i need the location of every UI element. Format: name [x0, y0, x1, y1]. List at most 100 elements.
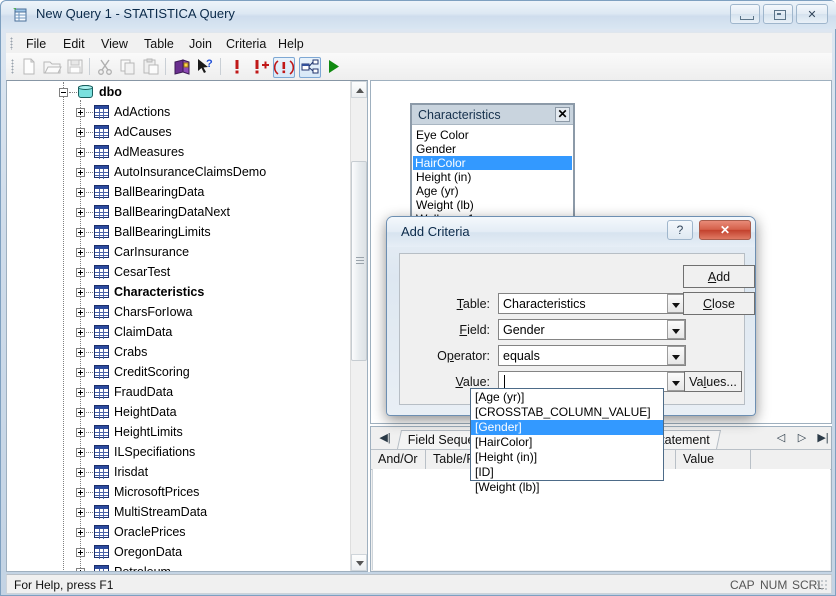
table-icon [94, 285, 109, 299]
column-header-value[interactable]: Value [676, 450, 751, 469]
open-icon[interactable] [42, 57, 62, 76]
column-header-filler [751, 450, 833, 469]
field-combo[interactable]: Gender [498, 319, 686, 340]
expand-icon[interactable] [76, 328, 85, 337]
copy-icon[interactable] [118, 57, 138, 76]
dropdown-option[interactable]: [Height (in)] [471, 450, 663, 465]
toolbar: ? [6, 53, 832, 81]
expand-icon[interactable] [76, 188, 85, 197]
field-list-item[interactable]: HairColor [413, 156, 572, 170]
resize-grip-icon[interactable] [816, 579, 828, 591]
expand-icon[interactable] [76, 488, 85, 497]
operator-label: Operator: [437, 349, 490, 363]
dictionary-icon[interactable] [172, 57, 192, 76]
expand-icon[interactable] [76, 148, 85, 157]
cut-icon[interactable] [95, 57, 115, 76]
expand-icon[interactable] [76, 168, 85, 177]
scroll-down-arrow[interactable] [351, 554, 367, 571]
table-combo[interactable]: Characteristics [498, 293, 686, 314]
value-dropdown-list[interactable]: [Age (yr)] [CROSSTAB_COLUMN_VALUE] [Gender… [470, 388, 664, 494]
expand-icon[interactable] [76, 268, 85, 277]
dialog-close-button[interactable]: ✕ [699, 220, 751, 240]
field-list-item[interactable]: Weight (lb) [414, 198, 474, 212]
tree-node-label: ILSpecifiations [114, 445, 196, 459]
tree-node-label: AutoInsuranceClaimsDemo [114, 165, 267, 179]
nav-first-button[interactable]: ◀| [378, 431, 392, 445]
menu-item-file[interactable]: File [21, 36, 51, 52]
chevron-down-icon[interactable] [667, 346, 685, 365]
nav-prev-button[interactable]: ◁ [774, 431, 788, 445]
save-icon[interactable] [65, 57, 85, 76]
collapse-icon[interactable] [59, 88, 68, 97]
expand-icon[interactable] [76, 348, 85, 357]
menu-item-edit[interactable]: Edit [58, 36, 90, 52]
dropdown-option[interactable]: [Age (yr)] [471, 390, 663, 405]
dialog-help-button[interactable]: ? [667, 220, 693, 240]
expand-icon[interactable] [76, 308, 85, 317]
maximize-button[interactable] [763, 4, 793, 24]
menu-item-criteria[interactable]: Criteria [221, 36, 271, 52]
dropdown-option[interactable]: [Weight (lb)] [471, 480, 663, 495]
operator-combo[interactable]: equals [498, 345, 686, 366]
help-pointer-icon[interactable]: ? [195, 57, 215, 76]
chevron-down-icon[interactable] [667, 372, 685, 391]
toolbar-grip-icon[interactable] [11, 59, 14, 74]
expand-icon[interactable] [76, 368, 85, 377]
menu-item-help[interactable]: Help [273, 36, 309, 52]
expand-icon[interactable] [76, 388, 85, 397]
values-button[interactable]: Values... [684, 371, 742, 392]
tree-node-label: FraudData [114, 385, 174, 399]
dropdown-option[interactable]: [Gender] [471, 420, 663, 435]
add-button[interactable]: Add [683, 265, 755, 288]
field-list-item[interactable]: Age (yr) [414, 184, 459, 198]
field-list-item[interactable]: Height (in) [414, 170, 471, 184]
dropdown-option[interactable]: [ID] [471, 465, 663, 480]
expand-icon[interactable] [76, 208, 85, 217]
dropdown-option[interactable]: [HairColor] [471, 435, 663, 450]
menu-item-view[interactable]: View [96, 36, 133, 52]
scrollbar-thumb[interactable] [351, 161, 367, 361]
tree-scrollbar[interactable] [350, 81, 367, 571]
expand-icon[interactable] [76, 408, 85, 417]
add-criteria-icon[interactable] [250, 57, 270, 76]
expand-icon[interactable] [76, 288, 85, 297]
field-list-item[interactable]: Eye Color [414, 128, 469, 142]
scroll-up-arrow[interactable] [351, 81, 367, 98]
tree-node-label: AdMeasures [114, 145, 185, 159]
criteria-icon[interactable] [227, 57, 247, 76]
nav-next-button[interactable]: ▷ [795, 431, 809, 445]
menu-item-table[interactable]: Table [139, 36, 179, 52]
expand-icon[interactable] [76, 128, 85, 137]
chevron-down-icon[interactable] [667, 320, 685, 339]
paste-icon[interactable] [141, 57, 161, 76]
tree-guide-line [86, 512, 93, 513]
field-list-close-icon[interactable]: ✕ [555, 107, 570, 122]
minimize-button[interactable] [730, 4, 760, 24]
expand-icon[interactable] [76, 528, 85, 537]
join-diagram-icon[interactable] [299, 57, 321, 78]
run-query-icon[interactable] [324, 57, 344, 76]
new-icon[interactable] [19, 57, 39, 76]
tree-node-label: OraclePrices [114, 525, 186, 539]
expand-icon[interactable] [76, 508, 85, 517]
nav-last-button[interactable]: ▶| [816, 431, 830, 445]
field-list-item[interactable]: Gender [414, 142, 456, 156]
dropdown-option[interactable]: [CROSSTAB_COLUMN_VALUE] [471, 405, 663, 420]
expand-icon[interactable] [76, 108, 85, 117]
close-button[interactable]: ✕ [796, 4, 828, 24]
field-list-window[interactable]: Characteristics ✕ Eye Color Gender HairCol… [410, 103, 575, 226]
expand-icon[interactable] [76, 228, 85, 237]
expand-icon[interactable] [76, 548, 85, 557]
expand-icon[interactable] [76, 248, 85, 257]
tree-guide-line [86, 252, 93, 253]
expand-icon[interactable] [76, 468, 85, 477]
expand-icon[interactable] [76, 568, 85, 571]
column-header-andor[interactable]: And/Or [371, 450, 426, 469]
database-tree[interactable]: dbo AdActions AdCauses AdMeasures AutoInsur… [7, 81, 352, 571]
close-button[interactable]: Close [683, 292, 755, 315]
expand-icon[interactable] [76, 448, 85, 457]
sql-syntax-icon[interactable] [273, 57, 295, 78]
menu-grip-icon[interactable] [10, 37, 13, 50]
expand-icon[interactable] [76, 428, 85, 437]
menu-item-join[interactable]: Join [184, 36, 217, 52]
